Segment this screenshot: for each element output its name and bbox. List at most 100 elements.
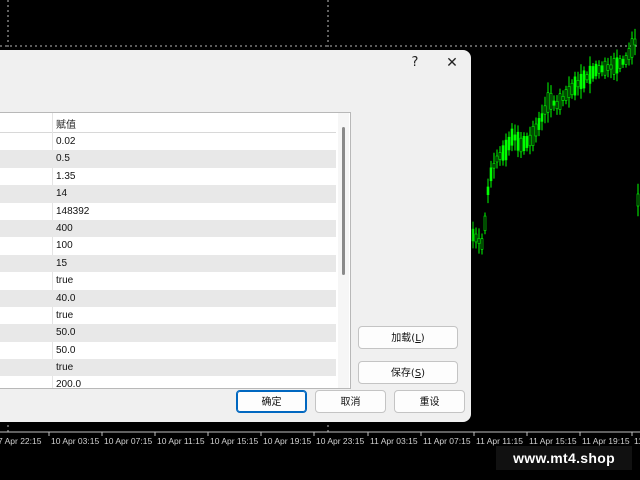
candle-body: [609, 64, 613, 70]
candle-body: [600, 65, 604, 73]
table-row[interactable]: 15: [0, 254, 336, 273]
candle-body: [510, 128, 514, 146]
value-cell[interactable]: 50.0: [56, 345, 75, 356]
candle-body: [555, 100, 559, 110]
scrollbar-thumb[interactable]: [342, 127, 345, 275]
candle-body: [495, 155, 499, 163]
cancel-button[interactable]: 取消: [315, 390, 386, 413]
ok-button[interactable]: 确定: [236, 390, 307, 413]
value-cell[interactable]: true: [56, 362, 73, 373]
candle-body: [504, 139, 508, 161]
value-cell[interactable]: 50.0: [56, 327, 75, 338]
value-cell[interactable]: 14: [56, 188, 67, 199]
value-cell[interactable]: 100: [56, 240, 73, 251]
reset-button[interactable]: 重设: [394, 390, 465, 413]
table-row[interactable]: 50.0: [0, 342, 336, 359]
candle-body: [564, 89, 568, 101]
close-button[interactable]: ✕: [440, 53, 464, 73]
time-axis-label: 11 Apr 07:15: [423, 436, 471, 446]
candle-body: [576, 80, 580, 88]
candle-body: [540, 113, 544, 122]
candle-body: [612, 58, 616, 75]
value-cell[interactable]: 0.02: [56, 136, 75, 147]
candle-body: [636, 193, 640, 207]
time-axis-label: 11 Apr 19:15: [582, 436, 630, 446]
time-axis-label: 10 Apr 03:15: [51, 436, 99, 446]
candle-body: [513, 134, 517, 141]
save-label-end: ): [421, 368, 426, 379]
candle-body: [630, 38, 634, 58]
table-row[interactable]: 14: [0, 185, 336, 203]
candle-body: [618, 58, 622, 69]
candle-body: [486, 186, 490, 196]
candle-body: [516, 131, 520, 151]
grid-rows: 0.02 0.5 1.35 14 148392 400 100 15 true …: [0, 133, 336, 388]
candle-body: [483, 215, 487, 231]
candle-body: [501, 145, 505, 161]
value-cell[interactable]: true: [56, 310, 73, 321]
table-row[interactable]: 0.02: [0, 133, 336, 150]
parameters-grid[interactable]: 赋值 0.02 0.5 1.35 14 148392 400 100 15 tr…: [0, 112, 351, 389]
time-axis-label: 10 Apr 15:15: [210, 436, 258, 446]
candle-body: [477, 238, 481, 244]
value-cell[interactable]: true: [56, 275, 73, 286]
candle-body: [561, 95, 565, 101]
table-row[interactable]: 200.0: [0, 376, 336, 388]
candle-body: [558, 93, 562, 110]
table-row[interactable]: true: [0, 359, 336, 377]
load-button[interactable]: 加载(L): [358, 326, 458, 349]
candle-body: [522, 135, 526, 152]
save-button[interactable]: 保存(S): [358, 361, 458, 384]
time-axis-label: 10 Apr 11:15: [157, 436, 205, 446]
candle-body: [579, 73, 583, 90]
table-row[interactable]: 400: [0, 219, 336, 238]
value-cell[interactable]: 1.35: [56, 171, 75, 182]
grid-header: 赋值: [0, 113, 336, 133]
candle-body: [606, 64, 610, 71]
value-cell[interactable]: 148392: [56, 206, 89, 217]
load-label: 加载(: [391, 333, 416, 344]
candle-body: [621, 58, 625, 65]
time-axis-label: 10 Apr 07:15: [104, 436, 152, 446]
value-column-header[interactable]: 赋值: [56, 116, 76, 131]
table-row[interactable]: 1.35: [0, 168, 336, 185]
candle-body: [603, 60, 607, 76]
table-row[interactable]: 0.5: [0, 150, 336, 168]
value-cell[interactable]: 400: [56, 223, 73, 234]
candle-body: [594, 63, 598, 77]
candle-body: [597, 65, 601, 74]
candle-body: [552, 100, 556, 106]
time-axis-label: 10 Apr 23:15: [316, 436, 364, 446]
table-row[interactable]: true: [0, 307, 336, 324]
candle-body: [471, 228, 475, 242]
value-cell[interactable]: 0.5: [56, 153, 70, 164]
time-axis-label: 10 Apr 19:15: [263, 436, 311, 446]
time-axis-label: 11 Apr 03:15: [370, 436, 418, 446]
value-cell[interactable]: 200.0: [56, 379, 81, 388]
candle-body: [534, 123, 538, 137]
candle-body: [615, 57, 619, 74]
watermark: www.mt4.shop: [496, 446, 632, 470]
candle-body: [633, 38, 637, 46]
time-axis-label: 11: [634, 436, 640, 446]
table-row[interactable]: 148392: [0, 203, 336, 220]
help-button[interactable]: ?: [403, 53, 427, 73]
input-parameters-dialog: ? ✕ 赋值 0.02 0.5 1.35 14 148392 400 100 1…: [0, 50, 471, 422]
table-row[interactable]: 50.0: [0, 324, 336, 342]
table-row[interactable]: true: [0, 272, 336, 289]
vertical-scrollbar[interactable]: [338, 113, 349, 388]
candle-body: [588, 65, 592, 84]
candle-body: [549, 92, 553, 110]
value-cell[interactable]: 40.0: [56, 293, 75, 304]
candle-body: [492, 163, 496, 169]
candle-body: [525, 136, 529, 148]
table-row[interactable]: 100: [0, 237, 336, 254]
candle-body: [582, 70, 586, 89]
candle-body: [519, 137, 523, 153]
value-cell[interactable]: 15: [56, 258, 67, 269]
candle-body: [480, 238, 484, 250]
candlestick-series: [471, 28, 640, 255]
table-row[interactable]: 40.0: [0, 289, 336, 307]
candle-body: [573, 76, 577, 96]
candle-body: [531, 126, 535, 146]
